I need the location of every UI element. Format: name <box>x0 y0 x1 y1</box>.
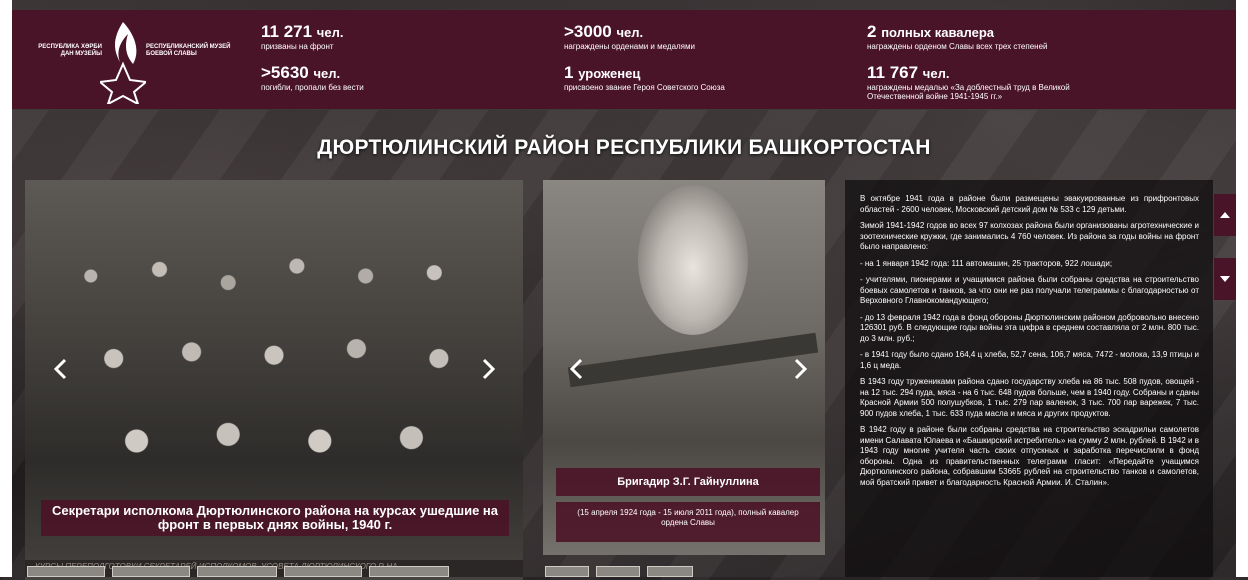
history-paragraph: - на 1 января 1942 года: 111 автомашин, … <box>860 258 1113 268</box>
slider2-subcaption: (15 апреля 1924 года - 15 июля 2011 года… <box>556 502 820 542</box>
caret-up-icon <box>1220 212 1230 218</box>
slider1-thumbnail[interactable] <box>197 566 277 577</box>
history-paragraph: - учителями, пионерами и учащимися район… <box>860 275 1199 305</box>
slider1-thumbnail[interactable] <box>369 566 449 577</box>
slider2-next-button[interactable] <box>789 358 811 380</box>
slider1-thumbnail[interactable] <box>284 566 362 577</box>
stat-conscripted: 11 271 чел. призваны на фронт <box>261 22 343 51</box>
history-text-panel[interactable]: В октябре 1941 года в районе были размещ… <box>845 180 1213 577</box>
stat-unit: чел. <box>316 25 344 40</box>
history-paragraph: - в 1941 году было сдано 164,4 ц хлеба, … <box>860 350 1199 370</box>
history-paragraph: В 1942 году в районе были собраны средст… <box>860 425 1199 487</box>
slider2-thumbnail[interactable] <box>647 566 693 577</box>
page-title: ДЮРТЮЛИНСКИЙ РАЙОН РЕСПУБЛИКИ БАШКОРТОСТ… <box>317 136 931 159</box>
scroll-up-button[interactable] <box>1214 194 1236 236</box>
star-flame-icon <box>100 22 146 104</box>
slider2-thumbnail[interactable] <box>596 566 640 577</box>
stat-description: награждены орденом Славы всех трех степе… <box>867 42 1048 51</box>
stat-description: присвоено звание Героя Советского Союза <box>564 83 725 92</box>
museum-logo[interactable]: РЕСПУБЛИКА ХӘРБИ ДАН МУЗЕЙЫ РЕСПУБЛИКАНС… <box>24 16 234 106</box>
stat-number: 11 271 <box>261 22 313 41</box>
slider1-thumbnail[interactable] <box>112 566 190 577</box>
history-paragraph: - до 13 февраля 1942 года в фонд обороны… <box>860 312 1199 343</box>
chevron-right-icon <box>794 358 808 380</box>
stat-number: >3000 <box>564 22 612 41</box>
caret-down-icon <box>1220 276 1230 282</box>
chevron-right-icon <box>482 358 496 380</box>
slider1-caption: Секретари исполкома Дюртюлинского района… <box>41 500 509 536</box>
history-paragraph: В 1943 году тружениками района сдано гос… <box>860 377 1199 418</box>
stat-unit: полных кавалера <box>881 25 995 40</box>
stat-number: 1 <box>564 63 574 82</box>
logo-right-text: РЕСПУБЛИКАНСКИЙ МУЗЕЙ БОЕВОЙ СЛАВЫ <box>146 44 231 57</box>
slider2-prev-button[interactable] <box>566 358 588 380</box>
chevron-left-icon <box>53 358 67 380</box>
stat-labor-medal: 11 767 чел. награждены медалью «За добле… <box>867 63 1117 101</box>
slider1-thumbnail[interactable] <box>27 566 105 577</box>
stat-unit: чел. <box>922 66 950 81</box>
right-margin <box>1236 0 1248 577</box>
chevron-left-icon <box>569 358 583 380</box>
slider1-prev-button[interactable] <box>50 358 72 380</box>
stats-header: РЕСПУБЛИКА ХӘРБИ ДАН МУЗЕЙЫ РЕСПУБЛИКАНС… <box>12 10 1236 109</box>
stat-full-cavaliers: 2 полных кавалера награждены орденом Сла… <box>867 22 1048 51</box>
scroll-down-button[interactable] <box>1214 258 1236 300</box>
slider2-caption: Бригадир З.Г. Гайнуллина <box>556 468 820 496</box>
stat-description: призваны на фронт <box>261 42 334 51</box>
history-paragraph: В октябре 1941 года в районе были размещ… <box>860 194 1199 214</box>
stat-hero: 1 уроженец присвоено звание Героя Советс… <box>564 63 725 92</box>
slider2-thumbnail[interactable] <box>545 566 589 577</box>
stat-number: 2 <box>867 22 877 41</box>
stat-unit: чел. <box>313 66 341 81</box>
stat-description: погибли, пропали без вести <box>261 83 364 92</box>
stat-number: 11 767 <box>867 63 919 82</box>
stat-unit: уроженец <box>578 66 641 81</box>
stat-description: награждены медалью «За доблестный труд в… <box>867 83 1070 101</box>
history-paragraph: Зимой 1941-1942 годов во всех 97 колхоза… <box>860 221 1199 251</box>
logo-left-text: РЕСПУБЛИКА ХӘРБИ ДАН МУЗЕЙЫ <box>38 44 102 57</box>
slider1-next-button[interactable] <box>477 358 499 380</box>
stat-number: >5630 <box>261 63 309 82</box>
stat-killed: >5630 чел. погибли, пропали без вести <box>261 63 364 92</box>
stat-description: награждены орденами и медалями <box>564 42 695 51</box>
stat-unit: чел. <box>616 25 644 40</box>
stat-decorated: >3000 чел. награждены орденами и медалям… <box>564 22 695 51</box>
left-margin <box>0 0 12 577</box>
